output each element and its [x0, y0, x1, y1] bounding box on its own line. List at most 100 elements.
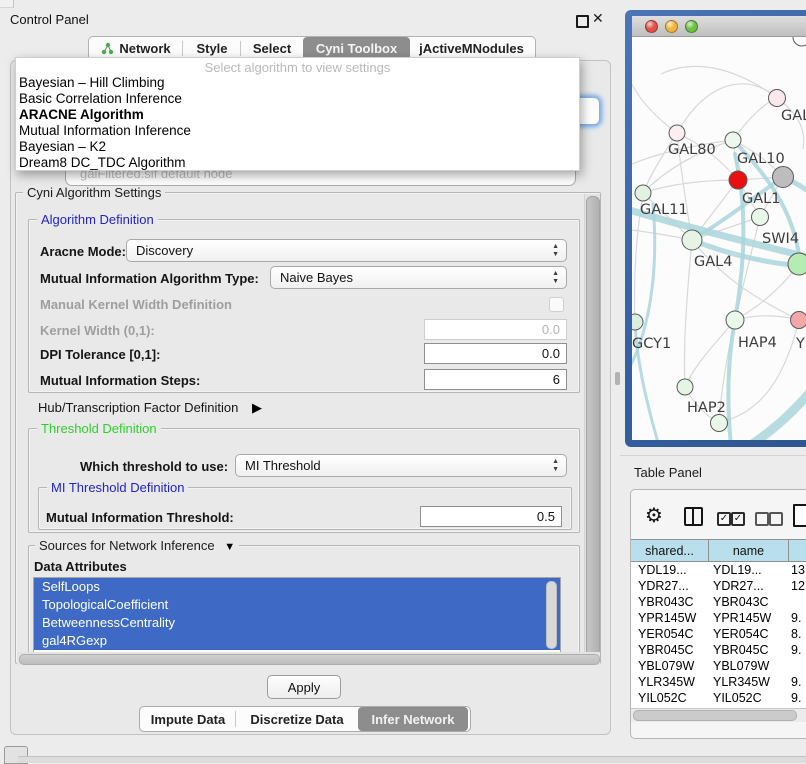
- network-edge: [643, 180, 738, 193]
- table-cell[interactable]: YBR045C: [631, 643, 709, 657]
- network-node-HAP2[interactable]: [677, 379, 693, 395]
- mi-steps-field[interactable]: 6: [424, 369, 567, 390]
- network-node-GCY1[interactable]: [632, 314, 643, 330]
- table-cell[interactable]: 9.: [787, 691, 801, 705]
- table-cell[interactable]: 9.: [787, 643, 801, 657]
- deselect-checkbox-icon[interactable]: [755, 512, 769, 526]
- table-cell[interactable]: YBR045C: [709, 643, 787, 657]
- manual-kernel-checkbox[interactable]: [549, 297, 564, 312]
- dpi-tolerance-field[interactable]: 0.0: [424, 343, 567, 364]
- network-node-GAL4[interactable]: [682, 230, 702, 250]
- column-header-name[interactable]: name: [709, 540, 789, 561]
- network-node-GAL[interactable]: [769, 90, 786, 107]
- select-all-checkbox-icon[interactable]: ✓: [717, 512, 731, 526]
- expand-right-icon[interactable]: ▶: [252, 400, 262, 416]
- close-traffic-light[interactable]: [645, 20, 658, 33]
- network-window-titlebar[interactable]: [632, 16, 806, 37]
- table-body[interactable]: YDL19...YDL19...13YDR27...YDR27...12YBR0…: [631, 562, 806, 708]
- table-cell[interactable]: YDL19...: [631, 563, 709, 577]
- data-attribute-item[interactable]: TopologicalCoefficient: [34, 596, 560, 614]
- table-cell[interactable]: YIL052C: [631, 691, 709, 705]
- algorithm-option[interactable]: Bayesian – Hill Climbing: [16, 75, 579, 91]
- close-icon[interactable]: ✕: [592, 10, 604, 27]
- table-row[interactable]: YDL19...YDL19...13: [631, 562, 806, 578]
- table-cell[interactable]: 9.: [787, 675, 801, 689]
- table-cell[interactable]: YPR145W: [631, 611, 709, 625]
- data-attribute-item[interactable]: gal4RGexp: [34, 632, 560, 650]
- network-node[interactable]: [711, 415, 728, 432]
- table-cell[interactable]: YDR27...: [631, 579, 709, 593]
- table-cell[interactable]: 9.: [787, 611, 801, 625]
- table-row[interactable]: YER054CYER054C8.: [631, 626, 806, 642]
- mi-type-combobox[interactable]: Naive Bayes ▲▼: [270, 266, 567, 289]
- aracne-mode-combobox[interactable]: Discovery ▲▼: [126, 239, 567, 262]
- column-header-shared[interactable]: shared...: [631, 540, 709, 561]
- tab-impute-data[interactable]: Impute Data: [140, 707, 236, 731]
- algorithm-option[interactable]: Mutual Information Inference: [16, 123, 579, 139]
- network-node-GAL11[interactable]: [635, 185, 651, 201]
- table-hscrollbar-thumb[interactable]: [633, 710, 797, 721]
- kernel-width-field[interactable]: 0.0: [424, 319, 567, 340]
- settings-scrollbar-thumb[interactable]: [586, 196, 600, 656]
- table-row[interactable]: YDR27...YDR27...12: [631, 578, 806, 594]
- network-node-GAL10[interactable]: [725, 132, 741, 148]
- table-row[interactable]: YPR145WYPR145W9.: [631, 610, 806, 626]
- columns-icon[interactable]: [684, 507, 703, 526]
- table-row[interactable]: YBR043CYBR043C: [631, 594, 806, 610]
- sources-title-wrap: Sources for Network Inference ▼: [35, 538, 239, 553]
- table-cell[interactable]: YPR145W: [709, 611, 787, 625]
- apply-button[interactable]: Apply: [267, 675, 341, 699]
- float-window-icon[interactable]: [576, 15, 589, 28]
- network-node-GAL80[interactable]: [669, 125, 685, 141]
- table-cell[interactable]: YLR345W: [709, 675, 787, 689]
- table-cell[interactable]: 8.: [787, 627, 801, 641]
- document-icon[interactable]: [793, 504, 806, 527]
- mi-threshold-field[interactable]: 0.5: [420, 506, 562, 527]
- table-cell[interactable]: YBL079W: [631, 659, 709, 673]
- settings-hscrollbar-thumb[interactable]: [19, 654, 600, 665]
- algorithm-option[interactable]: ARACNE Algorithm: [16, 107, 579, 123]
- table-row[interactable]: YLR345WYLR345W9.: [631, 674, 806, 690]
- collapse-down-icon[interactable]: ▼: [224, 541, 235, 553]
- table-cell[interactable]: YBL079W: [709, 659, 787, 673]
- select-all-checkbox-icon[interactable]: ✓: [731, 512, 745, 526]
- hub-definition-expander[interactable]: Hub/Transcription Factor Definition ▶: [38, 400, 262, 416]
- network-node[interactable]: [793, 37, 806, 46]
- minimize-traffic-light[interactable]: [665, 20, 678, 33]
- tab-infer-network[interactable]: Infer Network: [358, 707, 468, 731]
- network-node[interactable]: [773, 167, 794, 188]
- table-cell[interactable]: 13: [787, 563, 805, 577]
- tab-discretize-data[interactable]: Discretize Data: [236, 707, 358, 731]
- network-node-Y[interactable]: [791, 312, 806, 329]
- attributes-scrollbar-thumb[interactable]: [546, 581, 557, 649]
- data-attribute-item[interactable]: SelfLoops: [34, 578, 560, 596]
- deselect-checkbox-icon[interactable]: [769, 512, 783, 526]
- table-row[interactable]: YIL052CYIL052C9.: [631, 690, 806, 706]
- table-cell[interactable]: YDR27...: [709, 579, 787, 593]
- column-header-clipped[interactable]: [789, 540, 806, 561]
- network-node[interactable]: [788, 253, 806, 275]
- algorithm-option[interactable]: Basic Correlation Inference: [16, 91, 579, 107]
- panel-divider-grip[interactable]: [615, 372, 620, 385]
- algorithm-option[interactable]: Dream8 DC_TDC Algorithm: [16, 155, 579, 171]
- table-cell[interactable]: YER054C: [631, 627, 709, 641]
- network-canvas[interactable]: GALGAL80GAL10GAL1GAL11SWI4GAL4GCY1HAP4YH…: [632, 37, 806, 440]
- data-attribute-item[interactable]: BetweennessCentrality: [34, 614, 560, 632]
- zoom-traffic-light[interactable]: [685, 20, 698, 33]
- data-attributes-list[interactable]: SelfLoopsTopologicalCoefficientBetweenne…: [33, 577, 561, 653]
- table-row[interactable]: YBL079WYBL079W: [631, 658, 806, 674]
- table-cell[interactable]: YLR345W: [631, 675, 709, 689]
- which-threshold-combobox[interactable]: MI Threshold ▲▼: [235, 454, 567, 477]
- table-cell[interactable]: YBR043C: [631, 595, 709, 609]
- gear-icon[interactable]: ⚙: [645, 503, 663, 528]
- table-cell[interactable]: YBR043C: [709, 595, 787, 609]
- table-cell[interactable]: YER054C: [709, 627, 787, 641]
- table-cell[interactable]: 12: [787, 579, 805, 593]
- network-node-HAP4[interactable]: [726, 311, 744, 329]
- table-cell[interactable]: YDL19...: [709, 563, 787, 577]
- algorithm-option[interactable]: Bayesian – K2: [16, 139, 579, 155]
- table-cell[interactable]: YIL052C: [709, 691, 787, 705]
- network-node-GAL1[interactable]: [729, 171, 747, 189]
- table-row[interactable]: YBR045CYBR045C9.: [631, 642, 806, 658]
- network-node-SWI4[interactable]: [752, 209, 769, 226]
